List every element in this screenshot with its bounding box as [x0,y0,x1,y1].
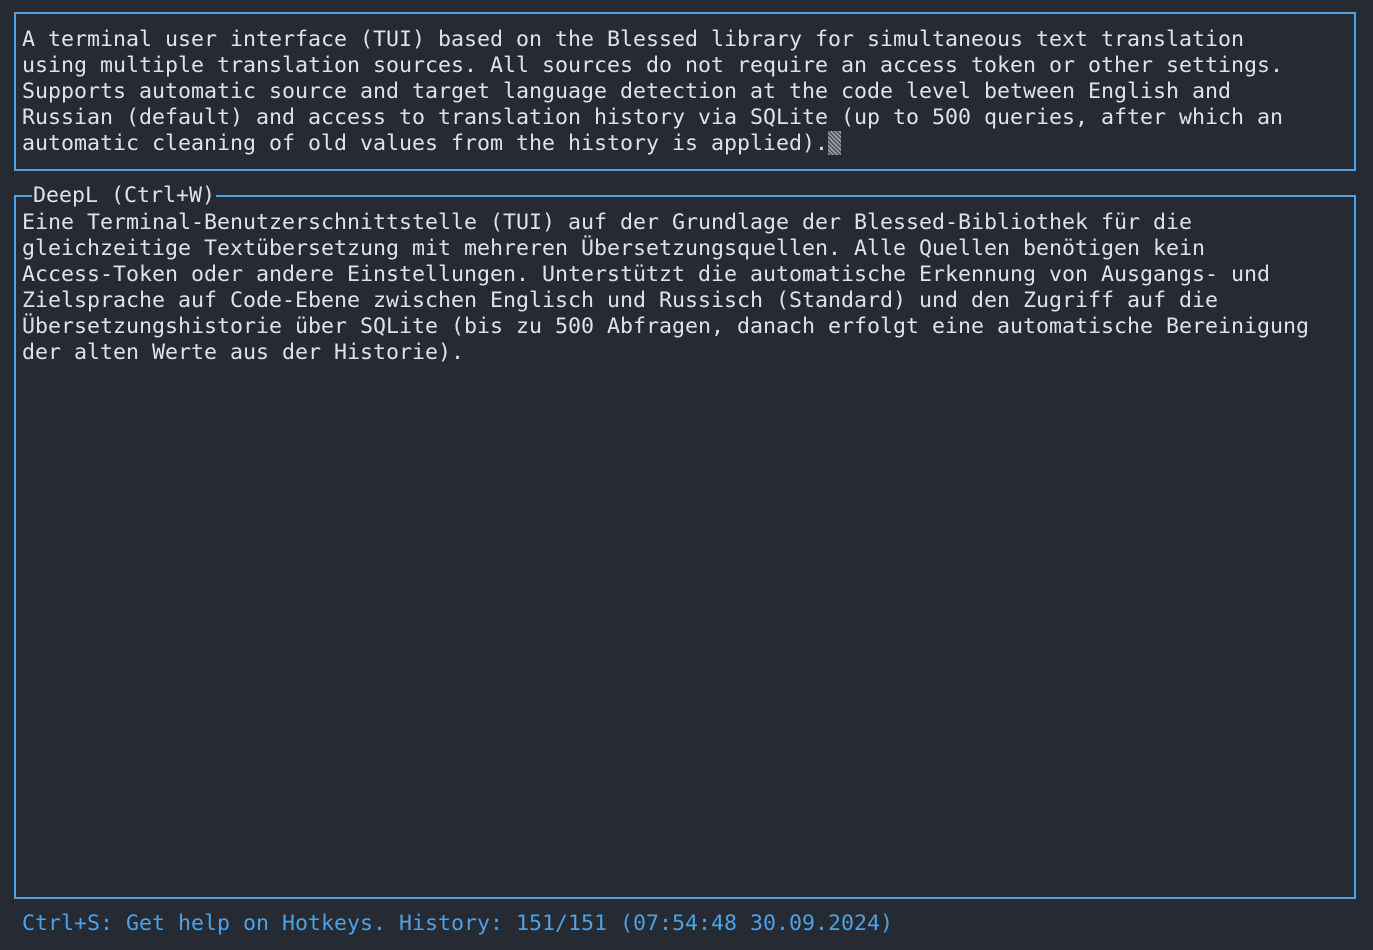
output-line: Zielsprache auf Code-Ebene zwischen Engl… [22,288,1219,313]
translation-output-panel[interactable]: DeepL (Ctrl+W) Eine Terminal-Benutzersch… [14,183,1356,899]
output-line: Übersetzungshistorie über SQLite (bis zu… [22,314,1310,339]
output-line: Access-Token oder andere Einstellungen. … [22,262,1271,287]
input-line: using multiple translation sources. All … [22,53,1284,78]
output-line: der alten Werte aus der Historie). [22,340,465,365]
input-line: A terminal user interface (TUI) based on… [22,27,1245,52]
input-textbox[interactable]: A terminal user interface (TUI) based on… [14,12,1356,171]
input-line-last: automatic cleaning of old values from th… [22,131,842,157]
input-line-text: automatic cleaning of old values from th… [22,131,829,156]
panel-title-deepl: DeepL (Ctrl+W) [32,183,217,209]
status-bar: Ctrl+S: Get help on Hotkeys. History: 15… [22,911,894,936]
input-line: Russian (default) and access to translat… [22,105,1284,130]
input-line: Supports automatic source and target lan… [22,79,1232,104]
output-line: Eine Terminal-Benutzerschnittstelle (TUI… [22,210,1193,235]
output-line: gleichzeitige Textübersetzung mit mehrer… [22,236,1206,261]
text-cursor [828,131,842,155]
